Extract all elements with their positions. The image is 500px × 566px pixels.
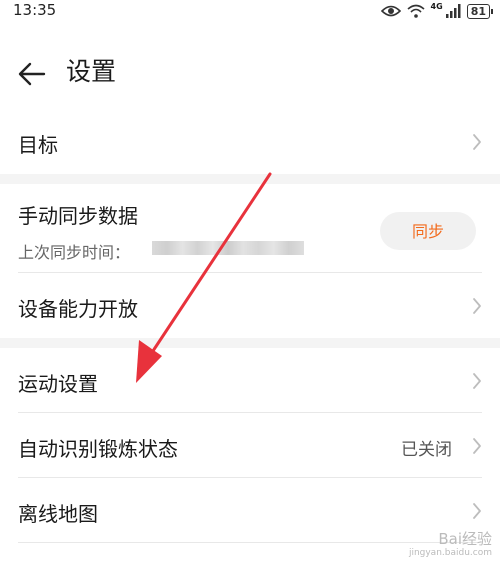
settings-row-auto-recognize[interactable]: 自动识别锻炼状态 已关闭 — [0, 413, 500, 477]
status-time: 13:35 — [13, 1, 57, 19]
last-sync-time-redacted — [152, 241, 304, 255]
section-gap — [0, 338, 500, 348]
row-label: 设备能力开放 — [18, 297, 138, 321]
row-label: 离线地图 — [18, 502, 98, 526]
row-label: 手动同步数据 — [18, 204, 138, 228]
battery-indicator: 81 — [466, 3, 494, 19]
section-gap — [0, 174, 500, 184]
chevron-right-icon — [473, 373, 481, 389]
auto-recognize-status: 已关闭 — [401, 440, 452, 460]
wifi-icon — [407, 4, 425, 18]
row-label: 运动设置 — [18, 372, 98, 396]
chevron-right-icon — [473, 298, 481, 314]
chevron-right-icon — [473, 134, 481, 150]
page-header: 设置 — [0, 50, 500, 98]
network-type: 4G — [430, 1, 443, 11]
page-title: 设置 — [66, 57, 117, 86]
watermark-brand: Bai经验 — [438, 530, 492, 548]
sync-button[interactable]: 同步 — [380, 212, 476, 250]
back-arrow-icon[interactable] — [14, 56, 50, 92]
settings-row-exercise-settings[interactable]: 运动设置 — [0, 348, 500, 412]
status-bar: 13:35 4G 81 — [0, 0, 500, 22]
watermark-url: jingyan.baidu.com — [408, 548, 492, 558]
row-label: 目标 — [18, 133, 58, 157]
row-label: 自动识别锻炼状态 — [18, 437, 178, 461]
chevron-right-icon — [473, 503, 481, 519]
settings-row-device-capability[interactable]: 设备能力开放 — [0, 273, 500, 337]
last-sync-label: 上次同步时间： — [18, 243, 131, 262]
settings-row-manual-sync: 手动同步数据 上次同步时间： 同步 — [0, 184, 500, 272]
watermark: Bai经验 jingyan.baidu.com — [409, 532, 492, 560]
signal-icon — [445, 4, 461, 18]
eye-icon — [380, 5, 401, 17]
settings-row-goal[interactable]: 目标 — [0, 112, 500, 172]
status-icons: 4G 81 — [380, 1, 494, 20]
chevron-right-icon — [473, 438, 481, 454]
